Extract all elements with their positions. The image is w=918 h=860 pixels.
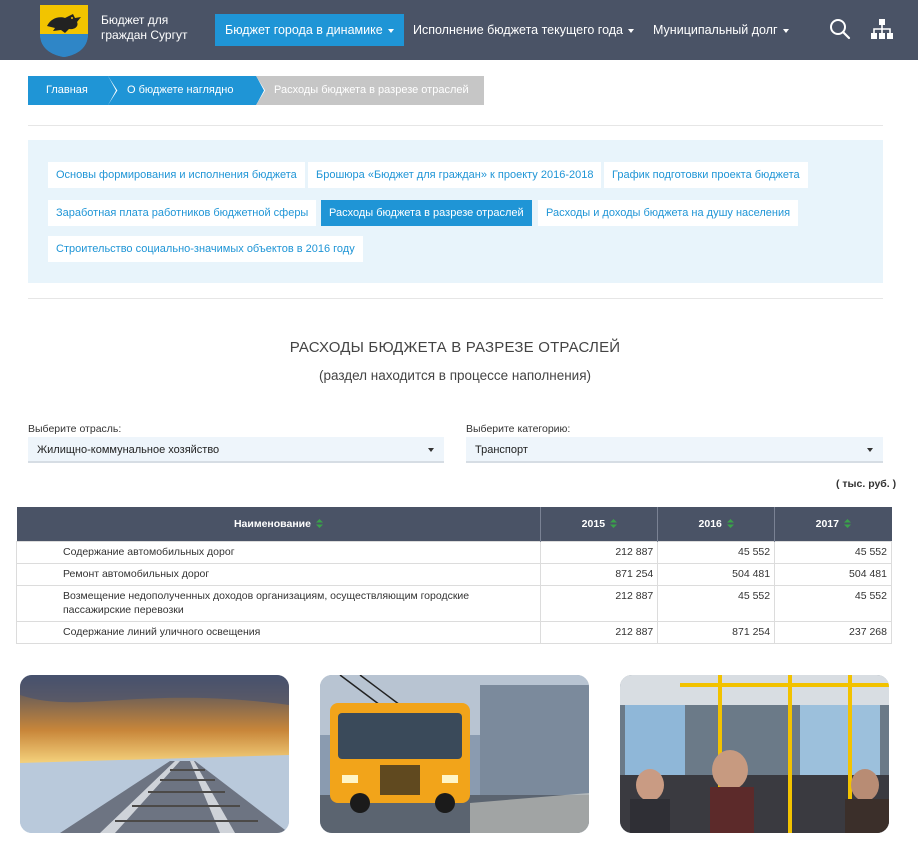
units-label: ( тыс. руб. ) [836, 478, 897, 490]
cell-2015: 212 887 [540, 540, 659, 564]
link-social-construction[interactable]: Строительство социально-значимых объекто… [48, 236, 363, 262]
breadcrumb-current: Расходы бюджета в разрезе отраслей [256, 76, 484, 105]
cell-name: Содержание автомобильных дорог [15, 540, 542, 564]
photo-trolleybus [320, 675, 589, 833]
caret-down-icon [782, 28, 789, 33]
cell-2016: 45 552 [657, 584, 776, 622]
cell-2016: 504 481 [657, 562, 776, 586]
page-subtitle: (раздел находится в процессе наполнения) [318, 368, 592, 383]
table-row: Ремонт автомобильных дорог 871 254 504 4… [15, 562, 892, 586]
nav-label: Исполнение бюджета текущего года [413, 23, 624, 37]
cell-2017: 504 481 [774, 562, 892, 586]
category-select[interactable]: Транспорт [466, 437, 883, 463]
column-header-2016[interactable]: 2016 [657, 507, 775, 541]
sort-icon [315, 519, 323, 529]
header-label: 2016 [698, 517, 722, 530]
header-label: 2015 [581, 517, 606, 530]
nav-label: Муниципальный долг [653, 23, 778, 37]
cell-name: Возмещение недополученных доходов органи… [15, 584, 542, 622]
sector-select[interactable]: Жилищно-коммунальное хозяйство [28, 437, 444, 463]
divider [28, 298, 883, 299]
link-per-capita[interactable]: Расходы и доходы бюджета на душу населен… [538, 200, 799, 226]
cell-2016: 45 552 [657, 540, 776, 564]
sort-icon [726, 519, 734, 529]
cell-2016: 871 254 [657, 620, 776, 644]
trolleybus-image [320, 675, 589, 833]
sector-select-value: Жилищно-коммунальное хозяйство [37, 444, 220, 456]
caret-down-icon [628, 28, 635, 33]
breadcrumb-about-budget[interactable]: О бюджете наглядно [108, 76, 264, 105]
column-header-2017[interactable]: 2017 [774, 507, 892, 541]
section-links-panel: Основы формирования и исполнения бюджета… [28, 140, 883, 283]
link-expenses-by-sector[interactable]: Расходы бюджета в разрезе отраслей [321, 200, 532, 226]
page-title: РАСХОДЫ БЮДЖЕТА В РАЗРЕЗЕ ОТРАСЛЕЙ [289, 339, 621, 356]
cell-2017: 45 552 [774, 540, 892, 564]
sitemap-icon[interactable] [870, 18, 894, 40]
cell-name: Содержание линий уличного освещения [15, 620, 542, 644]
nav-budget-execution[interactable]: Исполнение бюджета текущего года [413, 14, 635, 46]
railway-image [20, 675, 289, 833]
table-row: Содержание автомобильных дорог 212 887 4… [15, 540, 892, 564]
top-header: Бюджет для граждан Сургут Бюджет города … [0, 0, 918, 60]
caret-down-icon [387, 28, 394, 33]
link-budget-basics[interactable]: Основы формирования и исполнения бюджета [48, 162, 305, 188]
nav-municipal-debt[interactable]: Муниципальный долг [653, 14, 789, 46]
caret-down-icon [867, 448, 873, 452]
header-label: Наименование [233, 517, 311, 530]
bus-interior-image [620, 675, 889, 833]
table-row: Возмещение недополученных доходов органи… [15, 584, 892, 622]
logo-line-2: граждан Сургут [101, 28, 188, 42]
sort-icon [610, 519, 618, 529]
expenses-table: Наименование 2015 2016 2017 Содержание а… [15, 507, 892, 644]
cell-2015: 212 887 [540, 620, 659, 644]
link-budget-schedule[interactable]: График подготовки проекта бюджета [604, 162, 808, 188]
breadcrumb-home[interactable]: Главная [28, 76, 116, 105]
cell-2017: 237 268 [774, 620, 892, 644]
column-header-name[interactable]: Наименование [16, 507, 541, 541]
nav-budget-dynamics[interactable]: Бюджет города в динамике [215, 14, 404, 46]
link-citizens-brochure[interactable]: Брошюра «Бюджет для граждан» к проекту 2… [308, 162, 602, 188]
cell-2015: 871 254 [540, 562, 659, 586]
header-label: 2017 [815, 517, 839, 530]
divider [28, 125, 883, 126]
cell-2015: 212 887 [540, 584, 659, 622]
cell-name: Ремонт автомобильных дорог [15, 562, 542, 586]
link-salaries[interactable]: Заработная плата работников бюджетной сф… [48, 200, 317, 226]
site-logo-text[interactable]: Бюджет для граждан Сургут [101, 13, 187, 43]
photo-bus-interior [620, 675, 889, 833]
logo-line-1: Бюджет для [101, 13, 169, 27]
sector-label: Выберите отрасль: [28, 423, 122, 435]
search-icon[interactable] [829, 18, 851, 40]
cell-2017: 45 552 [774, 584, 892, 622]
photo-railway [20, 675, 289, 833]
category-label: Выберите категорию: [466, 423, 571, 435]
sort-icon [843, 519, 851, 529]
table-row: Содержание линий уличного освещения 212 … [15, 620, 892, 644]
city-emblem-icon[interactable] [39, 4, 89, 58]
column-header-2015[interactable]: 2015 [540, 507, 658, 541]
caret-down-icon [428, 448, 434, 452]
category-select-value: Транспорт [475, 444, 528, 456]
nav-label: Бюджет города в динамике [225, 23, 383, 37]
